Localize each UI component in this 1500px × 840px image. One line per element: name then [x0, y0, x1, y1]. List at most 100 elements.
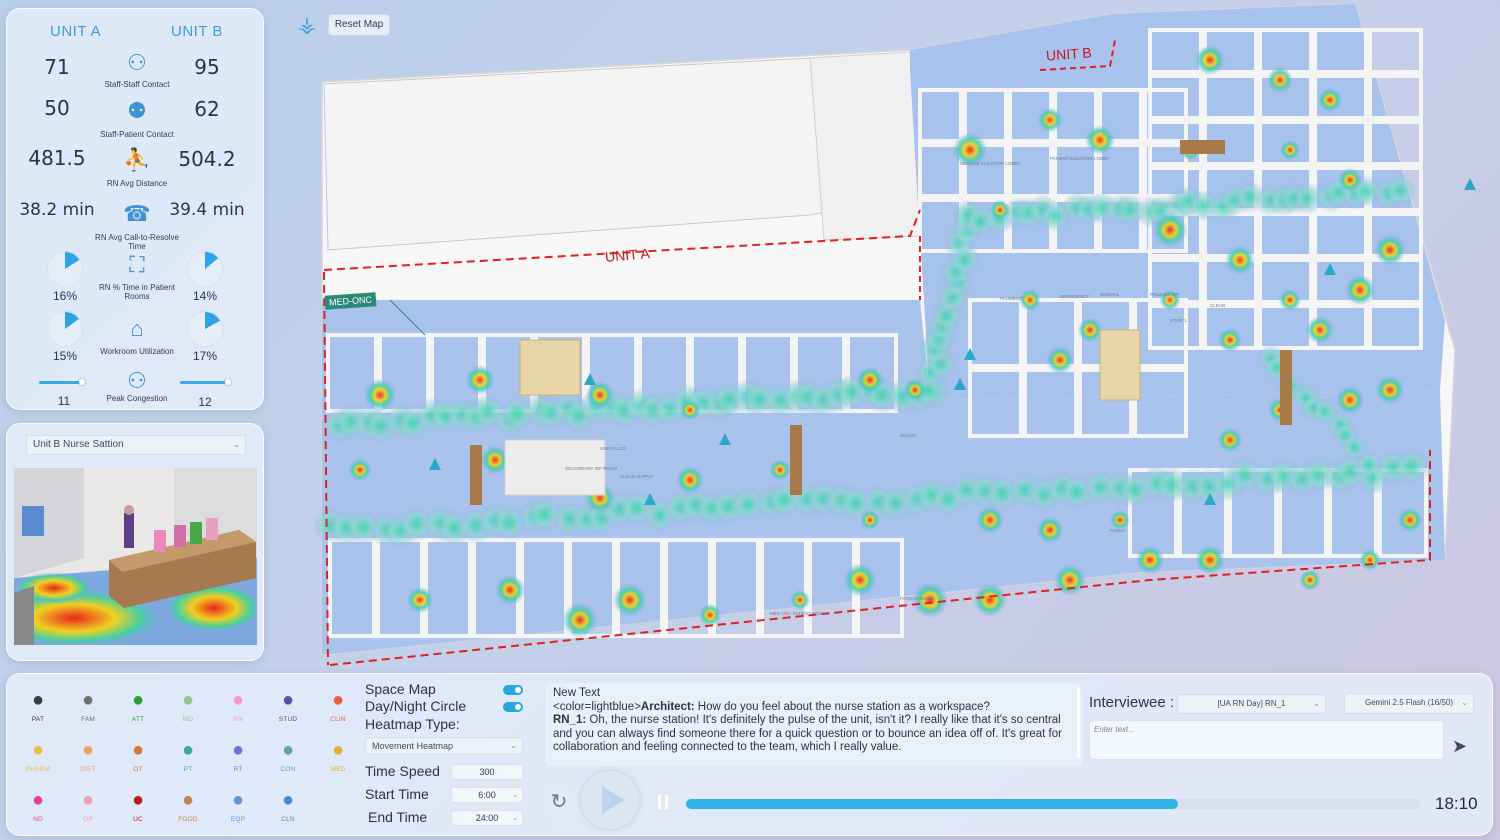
- heat-spot: [1393, 448, 1430, 485]
- chat-input[interactable]: Enter text...: [1089, 720, 1444, 760]
- camera-panel: Unit B Nurse Sattion ⌄: [6, 423, 264, 661]
- agent-con-toggle[interactable]: ● CON: [265, 734, 311, 780]
- chat-answer-text: Oh, the nurse station! It's definitely t…: [553, 714, 1062, 753]
- agent-fam-toggle[interactable]: ● FAM: [65, 684, 111, 730]
- attending-icon: ●: [131, 689, 145, 711]
- heat-hotspot: [1046, 346, 1074, 374]
- agent-stud-toggle[interactable]: ● STUD: [265, 684, 311, 730]
- unit-clerk-icon: ●: [131, 789, 145, 811]
- heat-hotspot: [1374, 234, 1406, 266]
- timeline-slider[interactable]: [686, 799, 1421, 809]
- call-resolve-icon: ☎: [123, 201, 151, 226]
- start-time-select[interactable]: 6:00 ⌄: [451, 787, 523, 803]
- nurse-station-counter: [1180, 140, 1225, 154]
- staff-staff-icon: ⚇: [127, 50, 147, 75]
- agent-eqp-toggle[interactable]: ● EQP: [215, 784, 261, 830]
- agent-label: OT: [133, 766, 143, 773]
- room-label: SERVICE ELEVATOR LOBBY: [960, 161, 1020, 166]
- heat-hotspot: [698, 603, 722, 627]
- start-time-label: Start Time: [365, 786, 429, 802]
- heat-hotspot: [1397, 507, 1423, 533]
- camera-select[interactable]: Unit B Nurse Sattion ⌄: [26, 435, 246, 455]
- cleaner-icon: ●: [281, 789, 295, 811]
- agent-med-toggle[interactable]: ● MED: [315, 734, 361, 780]
- nurse-station-counter: [470, 445, 482, 505]
- agent-att-toggle[interactable]: ● ATT: [115, 684, 161, 730]
- agent-rt-toggle[interactable]: ● RT: [215, 734, 261, 780]
- workroom-b-pie: [187, 311, 223, 347]
- workroom-icon: ⌂: [130, 316, 144, 341]
- heat-hotspot: [973, 583, 1007, 617]
- congestion-icon: ⚇: [127, 368, 147, 393]
- consultant-icon: ●: [281, 739, 295, 761]
- room-label: PLUMBING: [1000, 296, 1024, 301]
- pause-icon: [658, 795, 668, 809]
- day-night-toggle[interactable]: [503, 702, 523, 712]
- send-icon[interactable]: ➤: [1452, 736, 1467, 757]
- chat-scrollbar[interactable]: [1077, 688, 1080, 758]
- agent-clin-toggle[interactable]: ● CLIN: [315, 684, 361, 730]
- agent-pt-toggle[interactable]: ● PT: [165, 734, 211, 780]
- play-button[interactable]: [581, 771, 639, 829]
- agent-cln-toggle[interactable]: ● CLN: [265, 784, 311, 830]
- restart-icon: ↻: [550, 791, 568, 813]
- heat-hotspot: [494, 574, 526, 606]
- end-time-select[interactable]: 24:00 ⌄: [451, 810, 523, 826]
- space-map-toggle[interactable]: [503, 685, 523, 695]
- timeline-progress: [686, 799, 1179, 809]
- agent-pat-toggle[interactable]: ● PAT: [15, 684, 61, 730]
- heat-hotspot: [989, 199, 1011, 221]
- interviewee-select[interactable]: [UA RN Day] RN_1 ⌄: [1177, 694, 1326, 714]
- congestion-a-slider[interactable]: [39, 379, 87, 385]
- time-in-rooms-a: 16%: [52, 289, 78, 303]
- heat-hotspot: [1037, 107, 1063, 133]
- agent-nd-toggle[interactable]: ● ND: [15, 784, 61, 830]
- workroom-a: 15%: [52, 349, 78, 363]
- congestion-b-slider[interactable]: [180, 379, 231, 385]
- time-speed-input[interactable]: 300: [451, 764, 523, 780]
- agent-label: ND: [33, 816, 43, 823]
- agent-label: FAM: [81, 716, 95, 723]
- chevron-down-icon: ⌄: [512, 792, 518, 799]
- food-service-icon: ●: [181, 789, 195, 811]
- agent-diet-toggle[interactable]: ● DIET: [65, 734, 111, 780]
- stair-block: [519, 339, 581, 396]
- staff-patient-contact-b: 62: [194, 97, 220, 121]
- model-select[interactable]: Gemini 2.5 Flash (16/50) ⌄: [1344, 693, 1474, 714]
- workroom-label: Workroom Utilization: [100, 347, 174, 356]
- heat-hotspot: [1195, 545, 1225, 575]
- camera-select-value: Unit B Nurse Sattion: [33, 439, 124, 450]
- heat-hotspot: [1306, 316, 1334, 344]
- agent-pharm-toggle[interactable]: ● PHARM: [15, 734, 61, 780]
- dietitian-icon: ●: [81, 739, 95, 761]
- camera-view[interactable]: [14, 468, 257, 645]
- heat-hotspot: [1338, 168, 1362, 192]
- chat-transcript: New Text <color=lightblue>Architect: How…: [545, 683, 1082, 766]
- staff-marker-icon: [1464, 178, 1476, 190]
- heat-hotspot: [562, 602, 598, 638]
- agent-rn-toggle[interactable]: ● RN: [215, 684, 261, 730]
- time-in-rooms-b-pie: [187, 251, 223, 287]
- pause-button[interactable]: [647, 786, 679, 818]
- chat-answer: RN_1: Oh, the nurse station! It's defini…: [553, 714, 1074, 755]
- agent-food-toggle[interactable]: ● FOOD: [165, 784, 211, 830]
- staff-patient-icon: ⚉: [127, 98, 147, 123]
- heat-hotspot: [903, 378, 927, 402]
- agent-ot-toggle[interactable]: ● OT: [115, 734, 161, 780]
- agent-md-toggle[interactable]: ● MD: [165, 684, 211, 730]
- restart-button[interactable]: ↻: [543, 786, 575, 818]
- agent-uc-toggle[interactable]: ● UC: [115, 784, 161, 830]
- time-speed-label: Time Speed: [365, 763, 440, 779]
- floor-plan-map[interactable]: SERVICE ELEVATOR LOBBY PATIENT ELEVATOR L…: [270, 0, 1500, 672]
- agent-label: STUD: [278, 716, 298, 723]
- chat-question-text: How do you feel about the nurse station …: [694, 700, 990, 713]
- occupational-therapist-icon: ●: [131, 739, 145, 761]
- agent-label: MD: [182, 716, 194, 723]
- medic-icon: ●: [331, 739, 345, 761]
- unit-b-header: UNIT B: [171, 23, 223, 40]
- agent-op-toggle[interactable]: ● OP: [65, 784, 111, 830]
- heatmap-type-select[interactable]: Movement Heatmap ⌄: [365, 737, 523, 755]
- nurse-station-counter: [1280, 350, 1292, 425]
- room-label: FAMILY: [1110, 528, 1126, 533]
- heat-hotspot: [1036, 516, 1064, 544]
